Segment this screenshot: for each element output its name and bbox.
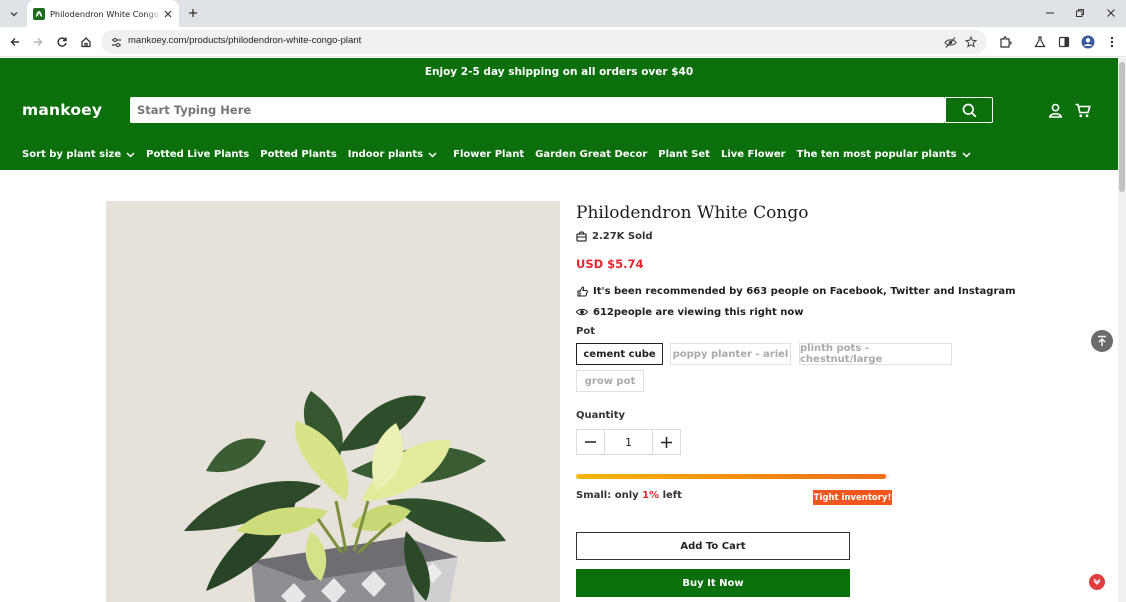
tab-search-icon[interactable] xyxy=(5,5,23,23)
back-icon[interactable] xyxy=(7,34,23,50)
tab-title: Philodendron White Congo - mankoey xyxy=(50,8,162,19)
web-page: Enjoy 2-5 day shipping on all orders ove… xyxy=(0,58,1118,602)
product-image[interactable] xyxy=(106,201,560,602)
labs-icon[interactable] xyxy=(1032,34,1048,50)
nav-flower-plant[interactable]: Flower Plant xyxy=(453,149,524,160)
recommended-line: It's been recommended by 663 people on F… xyxy=(576,285,1016,297)
search-box xyxy=(130,97,945,123)
sold-count: 2.27K Sold xyxy=(576,231,653,242)
nav-popular-plants[interactable]: The ten most popular plants xyxy=(797,149,971,160)
pot-option-poppy-planter[interactable]: poppy planter - ariel xyxy=(670,343,791,365)
browser-toolbar: mankoey.com/products/philodendron-white-… xyxy=(0,27,1126,57)
quantity-label: Quantity xyxy=(576,410,625,421)
quantity-stepper: 1 xyxy=(576,429,681,455)
plus-icon[interactable] xyxy=(186,6,200,20)
viewing-line: 612people are viewing this right now xyxy=(576,306,804,318)
account-icon[interactable] xyxy=(1047,102,1063,118)
minus-icon[interactable] xyxy=(577,430,604,454)
home-icon[interactable] xyxy=(78,34,94,50)
nav-potted-live-plants[interactable]: Potted Live Plants xyxy=(146,149,249,160)
nav-plant-set[interactable]: Plant Set xyxy=(658,149,710,160)
site-settings-icon[interactable] xyxy=(109,35,123,49)
eye-off-icon[interactable] xyxy=(943,35,957,49)
stock-progress-bar xyxy=(576,474,889,479)
nav-garden-great-decor[interactable]: Garden Great Decor xyxy=(535,149,647,160)
buy-now-button[interactable]: Buy It Now xyxy=(576,569,850,597)
scrollbar-thumb[interactable] xyxy=(1119,62,1125,192)
thumbs-up-icon xyxy=(576,285,588,297)
pot-option-grow-pot[interactable]: grow pot xyxy=(576,370,644,392)
eye-icon xyxy=(576,306,588,318)
extensions-icon[interactable] xyxy=(997,34,1013,50)
chevron-down-icon xyxy=(126,151,135,158)
chevron-down-icon xyxy=(428,151,437,158)
promo-banner: Enjoy 2-5 day shipping on all orders ove… xyxy=(424,66,694,78)
profile-icon[interactable] xyxy=(1080,34,1096,50)
product-title: Philodendron White Congo xyxy=(576,203,809,223)
minimize-icon[interactable] xyxy=(1043,6,1057,20)
cart-icon[interactable] xyxy=(1075,102,1091,118)
search-icon xyxy=(962,103,976,117)
restore-icon[interactable] xyxy=(1073,6,1087,20)
star-icon[interactable] xyxy=(964,35,978,49)
sidebar-icon[interactable] xyxy=(1056,34,1072,50)
arrow-up-icon xyxy=(1098,335,1106,346)
favicon-icon xyxy=(33,7,45,20)
product-price: USD $5.74 xyxy=(576,257,644,271)
close-icon[interactable] xyxy=(162,8,173,19)
address-bar[interactable]: mankoey.com/products/philodendron-white-… xyxy=(101,30,987,54)
pot-option-plinth-pots[interactable]: plinth pots - chestnut/large xyxy=(799,343,952,365)
plus-icon[interactable] xyxy=(653,430,680,454)
url-text: mankoey.com/products/philodendron-white-… xyxy=(128,35,362,46)
tab-strip: Philodendron White Congo - mankoey xyxy=(0,0,1126,27)
browser-tab-active[interactable]: Philodendron White Congo - mankoey xyxy=(27,0,179,27)
back-to-top-button[interactable] xyxy=(1091,330,1113,352)
nav-indoor-plants[interactable]: Indoor plants xyxy=(348,149,437,160)
chat-widget-icon[interactable] xyxy=(1089,574,1105,590)
search-input[interactable] xyxy=(137,103,927,117)
tight-inventory-badge: Tight inventory! xyxy=(813,490,892,505)
stock-progress-fill xyxy=(576,474,886,479)
pot-option-cement-cube[interactable]: cement cube xyxy=(576,343,663,365)
nav-live-flower[interactable]: Live Flower xyxy=(721,149,786,160)
forward-icon[interactable] xyxy=(30,34,46,50)
stock-text: Small: only 1% left xyxy=(576,490,682,501)
page-scrollbar[interactable] xyxy=(1118,58,1126,602)
pot-label: Pot xyxy=(576,326,595,337)
search-button[interactable] xyxy=(945,97,993,123)
reload-icon[interactable] xyxy=(54,34,70,50)
chevron-down-icon xyxy=(962,151,971,158)
site-header: Enjoy 2-5 day shipping on all orders ove… xyxy=(0,58,1118,170)
bag-icon xyxy=(576,231,587,242)
close-window-icon[interactable] xyxy=(1104,6,1118,20)
nav-sort-by-plant-size[interactable]: Sort by plant size xyxy=(22,149,135,160)
main-nav: Sort by plant size Potted Live Plants Po… xyxy=(22,149,982,160)
quantity-input[interactable]: 1 xyxy=(604,430,653,454)
menu-icon[interactable] xyxy=(1104,34,1120,50)
nav-potted-plants[interactable]: Potted Plants xyxy=(260,149,337,160)
site-logo[interactable]: mankoey xyxy=(22,101,102,119)
add-to-cart-button[interactable]: Add To Cart xyxy=(576,532,850,560)
